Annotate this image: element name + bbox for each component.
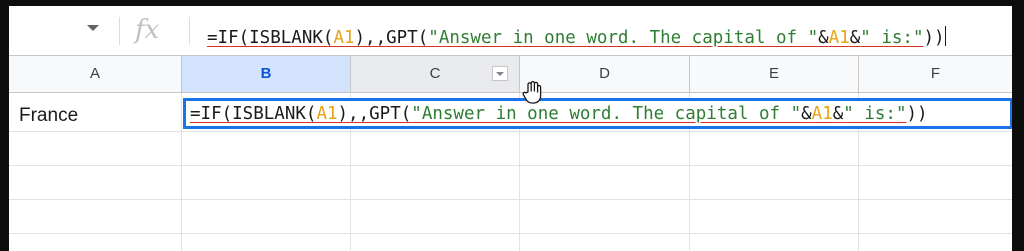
formula-token: ))	[923, 28, 945, 48]
formula-token: A1	[316, 104, 338, 124]
formula-bar: fx =IF(ISBLANK(A1),,GPT("Answer in one w…	[9, 6, 1012, 56]
column-header-d[interactable]: D	[520, 56, 690, 92]
row-divider	[9, 199, 1012, 200]
formula-token: ),,GPT(	[337, 104, 412, 124]
formula-bar-divider	[189, 17, 190, 45]
column-header-b[interactable]: B	[182, 56, 351, 92]
row-divider	[9, 233, 1012, 234]
hand-cursor-icon	[522, 81, 542, 104]
formula-token: &	[849, 28, 861, 48]
formula-token: =IF(ISBLANK(	[207, 28, 334, 48]
formula-token: A1	[828, 28, 850, 48]
formula-token: &	[801, 104, 812, 124]
column-header-f[interactable]: F	[859, 56, 1012, 92]
screen-bezel-left	[0, 0, 9, 251]
fx-icon: fx	[135, 15, 160, 45]
formula-token: "Answer in one word. The capital of "	[428, 28, 819, 48]
cell-formula-input[interactable]: =IF(ISBLANK(A1),,GPT("Answer in one word…	[190, 103, 928, 125]
column-divider	[181, 93, 182, 251]
formula-token: &	[832, 104, 844, 124]
formula-token: A1	[333, 28, 355, 48]
column-header-a[interactable]: A	[9, 56, 182, 92]
text-caret	[944, 26, 946, 46]
formula-token: " is:"	[860, 28, 924, 48]
spreadsheet-screen: fx =IF(ISBLANK(A1),,GPT("Answer in one w…	[0, 0, 1024, 251]
formula-token: &	[818, 28, 829, 48]
cell-b1-editor[interactable]: =IF(ISBLANK(A1),,GPT("Answer in one word…	[183, 98, 1013, 129]
column-header-e[interactable]: E	[690, 56, 859, 92]
row-divider	[9, 131, 1012, 132]
formula-token: "Answer in one word. The capital of "	[411, 104, 802, 124]
chevron-down-icon[interactable]	[87, 25, 99, 31]
cell-a1[interactable]: France	[19, 103, 78, 129]
formula-token: =IF(ISBLANK(	[190, 104, 317, 124]
column-headers: A B C D E F	[9, 56, 1012, 93]
row-divider	[9, 165, 1012, 166]
cell-grid[interactable]: France =IF(ISBLANK(A1),,GPT("Answer in o…	[9, 93, 1013, 251]
screen-bezel-right	[1012, 0, 1024, 251]
formula-token: " is:"	[843, 104, 907, 124]
formula-bar-divider	[119, 17, 120, 45]
formula-token: ))	[906, 104, 928, 124]
column-dropdown-icon[interactable]	[492, 66, 508, 81]
formula-token: ),,GPT(	[354, 28, 429, 48]
formula-input[interactable]: =IF(ISBLANK(A1),,GPT("Answer in one word…	[207, 26, 946, 50]
formula-token: A1	[811, 104, 833, 124]
